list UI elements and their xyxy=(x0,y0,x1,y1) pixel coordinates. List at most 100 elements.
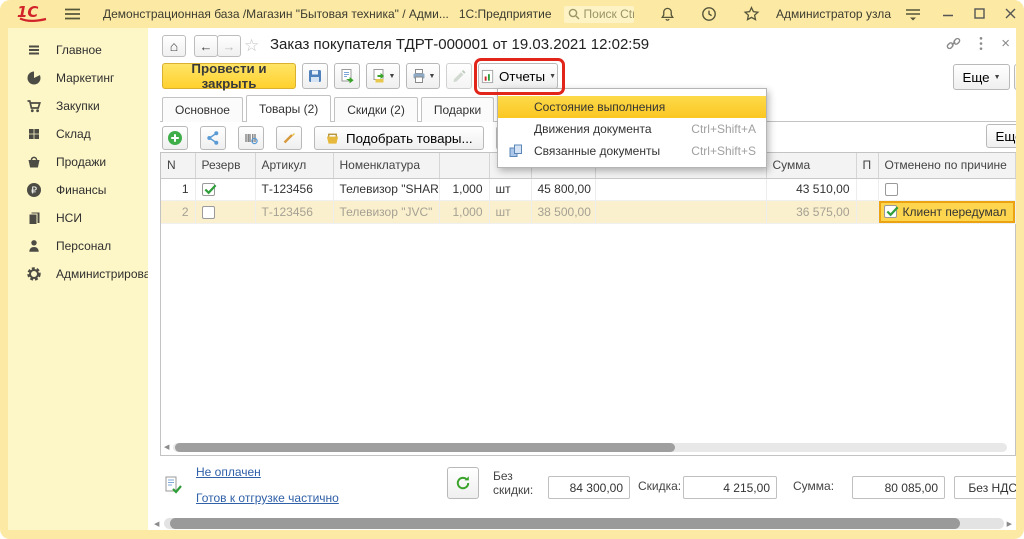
wscroll-left-arrow-icon[interactable]: ◀ xyxy=(154,520,159,528)
cell-unit[interactable]: шт xyxy=(489,200,531,223)
post-and-close-button[interactable]: Провести и закрыть xyxy=(162,63,296,89)
goods-table: N Резерв Артикул Номенклатура Сумма П От… xyxy=(160,152,1016,456)
reserve-checkbox-checked[interactable] xyxy=(202,183,215,196)
sidebar-item-marketing[interactable]: Маркетинг xyxy=(8,64,148,92)
col-name[interactable]: Номенклатура xyxy=(333,153,439,178)
magic-fill-button[interactable] xyxy=(276,126,302,150)
scrollbar-thumb[interactable] xyxy=(170,518,960,529)
maximize-button[interactable] xyxy=(974,8,985,21)
shipping-status-link[interactable]: Готов к отгрузке частично xyxy=(196,491,339,505)
cell-p[interactable] xyxy=(856,200,878,223)
table-row[interactable]: 1 Т-123456 Телевизор "SHARP" 1,000 шт 45… xyxy=(161,178,1015,200)
col-article[interactable]: Артикул xyxy=(255,153,333,178)
current-user[interactable]: Администратор узла xyxy=(776,7,891,21)
reports-button[interactable]: Отчеты ▼ xyxy=(478,63,558,89)
pick-goods-button[interactable]: Подобрать товары... xyxy=(314,126,484,150)
print-button[interactable]: ▼ xyxy=(406,63,440,89)
sidebar-item-warehouse[interactable]: Склад xyxy=(8,120,148,148)
cell-unit[interactable]: шт xyxy=(489,178,531,200)
col-p[interactable]: П xyxy=(856,153,878,178)
sidebar-item-nsi[interactable]: НСИ xyxy=(8,204,148,232)
main-menu-burger-icon[interactable] xyxy=(64,7,81,21)
cell-name[interactable]: Телевизор "SHARP" xyxy=(333,178,439,200)
save-button[interactable] xyxy=(302,63,328,89)
sum-value[interactable]: 80 085,00 xyxy=(852,476,945,499)
document-status-icon xyxy=(164,476,182,497)
col-reserve[interactable]: Резерв xyxy=(195,153,255,178)
sidebar-item-sales[interactable]: Продажи xyxy=(8,148,148,176)
table-more-button[interactable]: Еще xyxy=(986,124,1016,148)
create-based-on-button[interactable]: ▼ xyxy=(366,63,400,89)
get-link-icon[interactable] xyxy=(946,36,961,51)
edit-button[interactable] xyxy=(446,63,472,89)
sidebar-item-administration[interactable]: Администрирование xyxy=(8,260,148,288)
cart-icon xyxy=(26,98,42,114)
dropdown-caret-icon: ▼ xyxy=(389,73,396,80)
sidebar-item-purchases[interactable]: Закупки xyxy=(8,92,148,120)
notifications-bell-icon[interactable] xyxy=(660,6,675,22)
tab-gifts[interactable]: Подарки xyxy=(421,97,494,122)
menu-shortcut: Ctrl+Shift+A xyxy=(691,122,756,136)
form-horizontal-scrollbar[interactable] xyxy=(164,518,1004,529)
cell-name[interactable]: Телевизор "JVC" xyxy=(333,200,439,223)
menu-item-linked-documents[interactable]: Связанные документы Ctrl+Shift+S xyxy=(498,140,766,162)
sidebar-item-personnel[interactable]: Персонал xyxy=(8,232,148,260)
cell-cancel-reason-selected[interactable]: Клиент передумал xyxy=(878,200,1015,223)
tab-main[interactable]: Основное xyxy=(162,97,243,122)
sidebar-label: Маркетинг xyxy=(56,71,114,85)
vat-value[interactable]: Без НДС xyxy=(954,476,1016,499)
cell-reserve[interactable] xyxy=(195,200,255,223)
fill-linked-button[interactable] xyxy=(200,126,226,150)
sidebar-item-finance[interactable]: ₽ Финансы xyxy=(8,176,148,204)
cell-article[interactable]: Т-123456 xyxy=(255,178,333,200)
cell-sum[interactable]: 43 510,00 xyxy=(766,178,856,200)
payment-status-link[interactable]: Не оплачен xyxy=(196,465,261,479)
cell-cancel-reason[interactable] xyxy=(878,178,1015,200)
menu-item-execution-state[interactable]: Состояние выполнения xyxy=(498,96,766,118)
cell-qty[interactable]: 1,000 xyxy=(439,200,489,223)
col-n[interactable]: N xyxy=(161,153,195,178)
cancel-checkbox-checked[interactable] xyxy=(884,205,897,218)
wscroll-right-arrow-icon[interactable]: ▶ xyxy=(1007,520,1012,528)
reserve-checkbox-unchecked[interactable] xyxy=(202,206,215,219)
user-settings-icon[interactable] xyxy=(905,7,921,21)
minimize-button[interactable] xyxy=(943,8,954,20)
close-form-icon[interactable]: × xyxy=(1001,35,1010,52)
clipped-edge-button[interactable] xyxy=(1014,64,1016,90)
table-row[interactable]: 2 Т-123456 Телевизор "JVC" 1,000 шт 38 5… xyxy=(161,200,1015,223)
cancel-checkbox-unchecked[interactable] xyxy=(885,183,898,196)
close-window-button[interactable] xyxy=(1005,8,1016,21)
cell-price[interactable]: 38 500,00 xyxy=(531,200,595,223)
cell-price[interactable]: 45 800,00 xyxy=(531,178,595,200)
global-search-input[interactable]: Поиск Ctrl+Shift+F xyxy=(564,6,635,23)
col-sum[interactable]: Сумма xyxy=(766,153,856,178)
more-dots-icon[interactable] xyxy=(979,36,983,51)
forward-button[interactable]: → xyxy=(217,35,241,57)
cell-sum[interactable]: 36 575,00 xyxy=(766,200,856,223)
tab-discounts[interactable]: Скидки (2) xyxy=(334,97,418,122)
col-qty[interactable] xyxy=(439,153,489,178)
post-document-button[interactable] xyxy=(334,63,360,89)
favorites-star-icon[interactable] xyxy=(743,6,760,22)
discount-value[interactable]: 4 215,00 xyxy=(683,476,777,499)
scrollbar-thumb[interactable] xyxy=(175,443,675,452)
col-cancel-reason[interactable]: Отменено по причине xyxy=(878,153,1015,178)
cell-qty[interactable]: 1,000 xyxy=(439,178,489,200)
cell-article[interactable]: Т-123456 xyxy=(255,200,333,223)
home-button[interactable]: ⌂ xyxy=(162,35,186,57)
add-row-button[interactable] xyxy=(162,126,188,150)
refresh-totals-button[interactable] xyxy=(447,467,479,499)
barcode-scan-button[interactable] xyxy=(238,126,264,150)
menu-item-document-movements[interactable]: Движения документа Ctrl+Shift+A xyxy=(498,118,766,140)
back-button[interactable]: ← xyxy=(194,35,218,57)
tab-goods[interactable]: Товары (2) xyxy=(246,95,331,122)
favorite-star-icon[interactable]: ☆ xyxy=(244,36,259,56)
without-discount-value[interactable]: 84 300,00 xyxy=(548,476,630,499)
hscroll-left-arrow-icon[interactable]: ◀ xyxy=(164,443,169,451)
cell-reserve[interactable] xyxy=(195,178,255,200)
table-horizontal-scrollbar[interactable] xyxy=(173,443,1007,452)
sidebar-item-main[interactable]: Главное xyxy=(8,36,148,64)
form-more-button[interactable]: Еще ▼ xyxy=(953,64,1010,90)
history-icon[interactable] xyxy=(701,6,717,22)
cell-p[interactable] xyxy=(856,178,878,200)
